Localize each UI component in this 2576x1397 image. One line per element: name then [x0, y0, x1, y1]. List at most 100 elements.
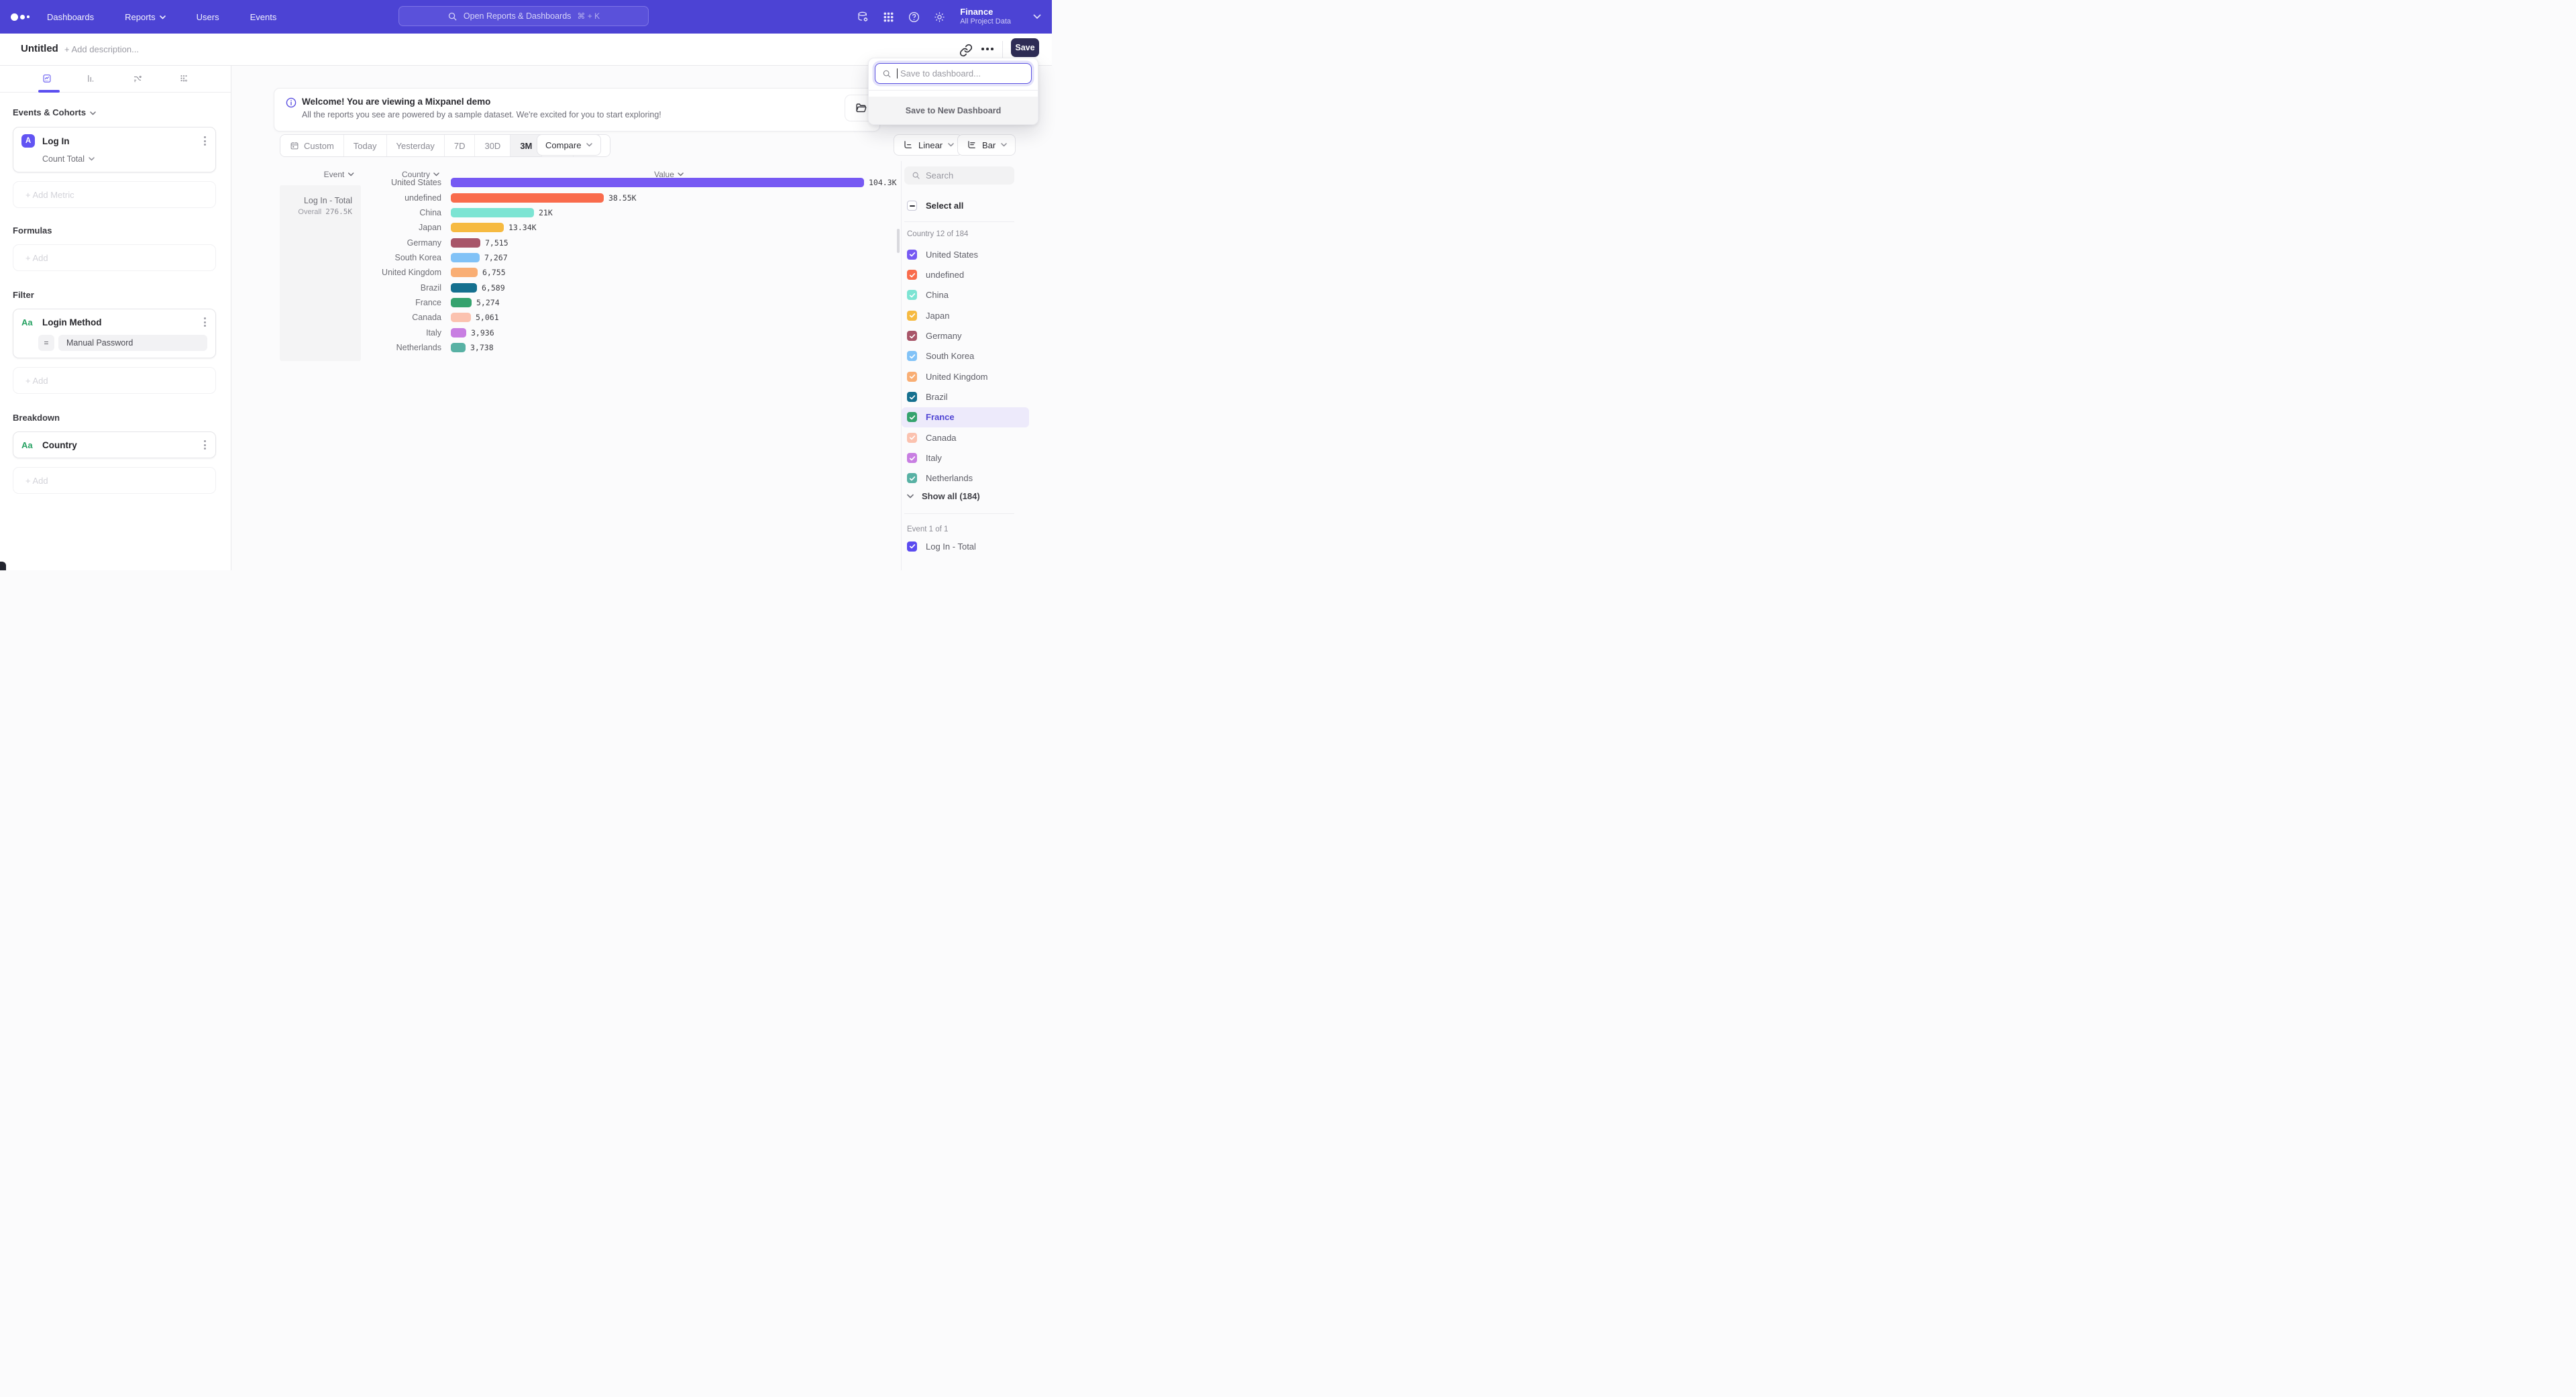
add-formula-button[interactable]: + Add — [13, 244, 216, 271]
select-all-row[interactable]: Select all — [907, 201, 963, 211]
country-filter-item[interactable]: China — [902, 285, 1029, 305]
compare-button[interactable]: Compare — [537, 134, 601, 156]
nav-item[interactable]: Events — [246, 11, 281, 23]
filter-card[interactable]: Aa Login Method = Manual Password — [13, 309, 216, 358]
add-metric-button[interactable]: + Add Metric — [13, 181, 216, 208]
query-builder-sidebar: Events & Cohorts A Log In Count Total + … — [0, 66, 231, 570]
country-filter-item[interactable]: South Korea — [902, 346, 1029, 366]
events-cohorts-header[interactable]: Events & Cohorts — [13, 107, 216, 117]
chart-bar[interactable] — [451, 193, 604, 203]
tab-retention[interactable] — [175, 70, 193, 87]
report-title[interactable]: Untitled — [21, 43, 58, 54]
country-filter-item[interactable]: United Kingdom — [902, 366, 1029, 386]
save-to-new-dashboard-button[interactable]: Save to New Dashboard — [869, 97, 1038, 124]
filter-operator[interactable]: = — [38, 335, 54, 351]
chart-bar[interactable] — [451, 238, 480, 248]
date-range-button[interactable]: Custom — [280, 135, 344, 156]
copy-link-icon[interactable] — [959, 44, 973, 57]
chart-bar[interactable] — [451, 283, 477, 293]
country-filter-item[interactable]: France — [902, 407, 1029, 427]
series-checkbox[interactable] — [907, 250, 917, 260]
chart-scale-button[interactable]: Linear — [894, 134, 963, 156]
scrollbar-thumb[interactable] — [897, 229, 900, 253]
kebab-menu-icon[interactable] — [203, 439, 207, 451]
breakdown-property-name[interactable]: Country — [42, 440, 77, 450]
country-filter-item[interactable]: Canada — [902, 427, 1029, 448]
sidebar-sections: Events & Cohorts A Log In Count Total + … — [0, 93, 231, 570]
date-range-button[interactable]: Today — [344, 135, 387, 156]
project-switcher[interactable]: Finance All Project Data — [960, 7, 1011, 26]
help-icon[interactable] — [908, 11, 920, 23]
apps-grid-icon[interactable] — [882, 11, 895, 23]
kebab-menu-icon[interactable] — [203, 135, 207, 147]
bar-chart: United States 104.3K undefined 38.55K Ch… — [366, 175, 897, 355]
legend-search-input[interactable]: Search — [904, 166, 1014, 185]
series-checkbox[interactable] — [907, 290, 917, 300]
chart-row: France 5,274 — [366, 295, 897, 310]
nav-item[interactable]: Dashboards — [43, 11, 98, 23]
chart-row: Brazil 6,589 — [366, 280, 897, 295]
chart-row: United Kingdom 6,755 — [366, 265, 897, 280]
series-checkbox[interactable] — [907, 541, 917, 552]
save-dashboard-search-input[interactable]: Save to dashboard... — [875, 63, 1032, 84]
series-checkbox[interactable] — [907, 412, 917, 422]
tab-flows[interactable] — [129, 70, 146, 87]
chart-bar[interactable] — [451, 178, 864, 187]
series-checkbox[interactable] — [907, 331, 917, 341]
chart-bar[interactable] — [451, 313, 471, 322]
series-checkbox[interactable] — [907, 473, 917, 483]
series-checkbox[interactable] — [907, 433, 917, 443]
metric-card[interactable]: A Log In Count Total — [13, 127, 216, 172]
date-range-button[interactable]: 7D — [445, 135, 476, 156]
country-filter-item[interactable]: undefined — [902, 264, 1029, 284]
series-checkbox[interactable] — [907, 270, 917, 280]
filter-property-name[interactable]: Login Method — [42, 317, 101, 327]
report-description-placeholder[interactable]: + Add description... — [64, 44, 139, 54]
series-checkbox[interactable] — [907, 372, 917, 382]
series-checkbox[interactable] — [907, 351, 917, 361]
breakdown-card[interactable]: Aa Country — [13, 431, 216, 458]
chart-bar[interactable] — [451, 343, 466, 352]
chart-bar[interactable] — [451, 253, 480, 262]
metric-aggregation[interactable]: Count Total — [42, 154, 207, 164]
more-options-icon[interactable] — [981, 48, 994, 50]
add-breakdown-button[interactable]: + Add — [13, 467, 216, 494]
country-filter-item[interactable]: Brazil — [902, 386, 1029, 407]
country-filter-item[interactable]: United States — [902, 244, 1029, 264]
add-filter-button[interactable]: + Add — [13, 367, 216, 394]
series-checkbox[interactable] — [907, 311, 917, 321]
filter-value[interactable]: Manual Password — [58, 335, 207, 351]
settings-gear-icon[interactable] — [933, 11, 946, 23]
event-summary-box[interactable]: Log In - Total Overall 276.5K — [280, 185, 361, 361]
project-scope: All Project Data — [960, 17, 1011, 26]
nav-item[interactable]: Users — [193, 11, 223, 23]
mixpanel-logo[interactable] — [11, 0, 30, 34]
chart-bar[interactable] — [451, 298, 472, 307]
chart-bar[interactable] — [451, 268, 478, 277]
country-filter-item[interactable]: Netherlands — [902, 468, 1029, 488]
chart-bar[interactable] — [451, 223, 504, 232]
nav-item[interactable]: Reports — [121, 11, 170, 23]
series-checkbox[interactable] — [907, 453, 917, 463]
chart-bar[interactable] — [451, 208, 534, 217]
chart-type-button[interactable]: Bar — [957, 134, 1016, 156]
event-filter-item[interactable]: Log In - Total — [907, 538, 976, 554]
metric-event-name[interactable]: Log In — [42, 136, 70, 146]
project-chevron-down-icon[interactable] — [1033, 14, 1041, 19]
chart-bar[interactable] — [451, 328, 466, 338]
column-header-event[interactable]: Event — [324, 170, 354, 179]
tab-insights[interactable] — [38, 70, 56, 87]
kebab-menu-icon[interactable] — [203, 316, 207, 328]
country-filter-item[interactable]: Japan — [902, 305, 1029, 325]
date-range-button[interactable]: Yesterday — [387, 135, 445, 156]
data-management-icon[interactable] — [857, 11, 869, 23]
tab-funnels[interactable] — [82, 70, 99, 87]
select-all-checkbox[interactable] — [907, 201, 917, 211]
series-checkbox[interactable] — [907, 392, 917, 402]
show-all-toggle[interactable]: Show all (184) — [907, 491, 980, 501]
date-range-button[interactable]: 30D — [475, 135, 511, 156]
save-button[interactable]: Save — [1011, 38, 1039, 57]
country-filter-item[interactable]: Italy — [902, 448, 1029, 468]
country-filter-item[interactable]: Germany — [902, 325, 1029, 346]
global-search[interactable]: Open Reports & Dashboards ⌘ + K — [398, 6, 649, 26]
